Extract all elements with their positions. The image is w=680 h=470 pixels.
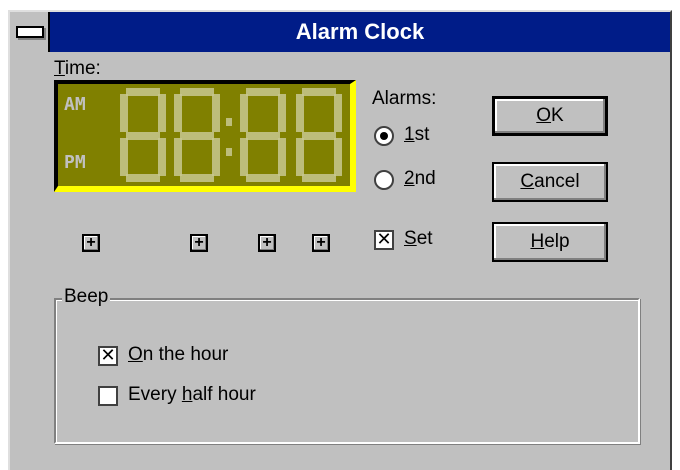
every-half-hour-label[interactable]: Every half hour bbox=[128, 384, 256, 406]
minute-tens-digit bbox=[240, 88, 286, 182]
time-label: Time: bbox=[54, 58, 101, 79]
alarm-1st-radio[interactable] bbox=[374, 126, 394, 146]
time-digits bbox=[120, 88, 342, 182]
alarm-2nd-radio[interactable] bbox=[374, 170, 394, 190]
window-title: Alarm Clock bbox=[295, 19, 425, 44]
time-display: AM PM bbox=[54, 80, 356, 192]
minute-tens-spin-button[interactable]: + bbox=[258, 234, 276, 252]
beep-group-label: Beep bbox=[62, 286, 111, 308]
alarm-clock-window: Alarm Clock Time: AM PM + + + + Alarms: … bbox=[8, 10, 672, 470]
hour-ones-spin-button[interactable]: + bbox=[190, 234, 208, 252]
colon-separator bbox=[226, 118, 232, 156]
on-the-hour-label[interactable]: On the hour bbox=[128, 344, 228, 366]
hour-ones-digit bbox=[174, 88, 220, 182]
system-menu-icon bbox=[16, 26, 44, 38]
beep-group bbox=[54, 298, 640, 444]
hour-tens-digit bbox=[120, 88, 166, 182]
alarms-label: Alarms: bbox=[372, 88, 437, 109]
system-menu-button[interactable] bbox=[10, 12, 50, 52]
pm-indicator: PM bbox=[64, 152, 86, 173]
minute-ones-spin-button[interactable]: + bbox=[312, 234, 330, 252]
minute-ones-digit bbox=[296, 88, 342, 182]
help-button[interactable]: Help bbox=[492, 222, 608, 262]
alarm-2nd-label[interactable]: 2nd bbox=[404, 168, 436, 190]
ok-button[interactable]: OK bbox=[492, 96, 608, 136]
title-bar[interactable]: Alarm Clock bbox=[10, 12, 670, 52]
every-half-hour-checkbox[interactable] bbox=[98, 386, 118, 406]
cancel-button[interactable]: Cancel bbox=[492, 162, 608, 202]
hour-tens-spin-button[interactable]: + bbox=[82, 234, 100, 252]
alarm-1st-label[interactable]: 1st bbox=[404, 124, 429, 146]
on-the-hour-checkbox[interactable]: ✕ bbox=[98, 346, 118, 366]
am-indicator: AM bbox=[64, 94, 86, 115]
set-label[interactable]: Set bbox=[404, 228, 433, 250]
radio-selected-dot bbox=[380, 132, 388, 140]
set-checkbox[interactable]: ✕ bbox=[374, 230, 394, 250]
